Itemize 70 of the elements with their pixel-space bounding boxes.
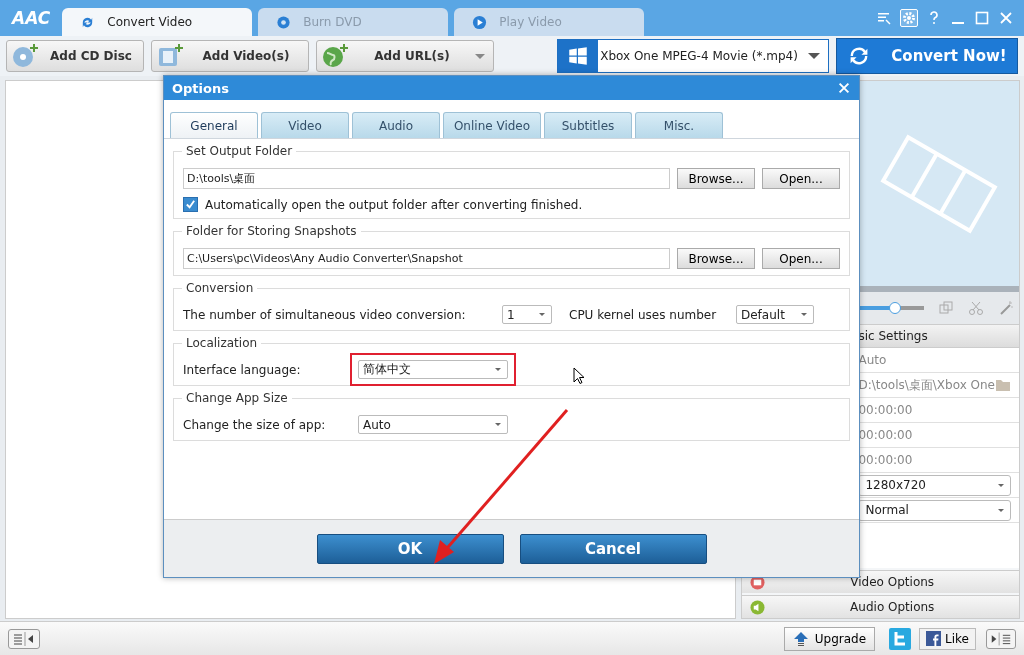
dialog-tab[interactable]: Misc. xyxy=(635,112,723,138)
setting-value: 00:00:00 xyxy=(858,428,914,442)
speaker-icon xyxy=(750,599,766,615)
dropdown[interactable]: 简体中文 xyxy=(358,360,508,379)
field-label: The number of simultaneous video conversion: xyxy=(183,307,467,322)
field-label: Change the size of app: xyxy=(183,417,327,432)
dialog-tab[interactable]: Audio xyxy=(352,112,440,138)
add-button[interactable]: Add Video(s) xyxy=(151,40,309,72)
group-title: Set Output Folder xyxy=(182,144,297,158)
globe-plus-icon xyxy=(321,43,349,69)
dialog-button[interactable]: Browse... xyxy=(677,248,755,269)
windows-logo-icon xyxy=(558,40,598,72)
folder-icon[interactable] xyxy=(995,378,1011,392)
field-label: CPU kernel uses number xyxy=(569,307,718,322)
dialog-tab[interactable]: Online Video xyxy=(443,112,541,138)
close-icon[interactable] xyxy=(998,10,1014,26)
checkbox-label: Automatically open the output folder after converting finished. xyxy=(205,197,583,212)
dialog-button[interactable]: Open... xyxy=(762,168,840,189)
scissors-icon[interactable] xyxy=(968,300,985,316)
like-button[interactable]: Like xyxy=(919,627,976,650)
group-title: Change App Size xyxy=(182,391,292,405)
group-title: Localization xyxy=(182,336,262,350)
setting-value: 00:00:00 xyxy=(858,453,914,467)
setting-value: Auto xyxy=(858,353,888,367)
profile-dropdown[interactable]: Xbox One MPEG-4 Movie (*.mp4) xyxy=(557,39,829,73)
list-icon[interactable] xyxy=(876,10,892,26)
dialog-tab[interactable]: Video xyxy=(261,112,349,138)
setting-value: 00:00:00 xyxy=(858,403,914,417)
film-strip-icon xyxy=(879,133,999,234)
path-field[interactable]: C:\Users\pc\Videos\Any Audio Converter\Snapshot xyxy=(183,248,670,269)
mouse-cursor-icon xyxy=(573,367,585,385)
convert-now-button[interactable]: Convert Now! xyxy=(836,38,1018,74)
facebook-icon xyxy=(926,631,942,646)
upgrade-button[interactable]: Upgrade xyxy=(783,626,876,651)
cancel-button[interactable]: Cancel xyxy=(519,533,707,564)
close-icon[interactable] xyxy=(837,81,851,95)
setting-value: D:\tools\桌面\Xbox One xyxy=(858,376,995,394)
up-arrow-icon xyxy=(792,630,809,647)
crop-icon[interactable] xyxy=(938,300,955,316)
dialog-button[interactable]: Open... xyxy=(762,248,840,269)
dialog-tab[interactable]: General xyxy=(170,112,258,138)
dialog-tab[interactable]: Subtitles xyxy=(544,112,632,138)
disc-icon xyxy=(276,14,292,30)
play-icon xyxy=(472,14,488,30)
dropdown[interactable]: 1 xyxy=(502,305,552,324)
settings-icon[interactable] xyxy=(900,9,918,27)
app-tab[interactable]: Convert Video xyxy=(62,8,253,36)
setting-dropdown[interactable]: 1280x720 xyxy=(858,474,1011,496)
dropdown[interactable]: Auto xyxy=(358,415,508,434)
wand-icon[interactable] xyxy=(998,300,1015,316)
twitter-icon[interactable] xyxy=(889,627,912,650)
disc-plus-icon xyxy=(11,43,39,69)
field-label: Interface language: xyxy=(183,362,302,377)
ok-button[interactable]: OK xyxy=(316,533,504,564)
dialog-button[interactable]: Browse... xyxy=(677,168,755,189)
panel-toggle-button[interactable] xyxy=(986,628,1016,649)
add-button[interactable]: Add URL(s) xyxy=(316,40,494,72)
dialog-title: Options xyxy=(172,80,229,96)
list-toggle-button[interactable] xyxy=(8,628,40,649)
dropdown[interactable]: Default xyxy=(736,305,814,324)
app-logo: AAC xyxy=(12,8,51,28)
path-field[interactable]: D:\tools\桌面 xyxy=(183,168,670,189)
add-button[interactable]: Add CD Disc xyxy=(6,40,144,72)
group-title: Conversion xyxy=(182,281,258,295)
film-plus-icon xyxy=(156,43,184,69)
checkbox[interactable] xyxy=(183,197,198,212)
options-section[interactable]: Audio Options xyxy=(742,595,1019,618)
maximize-icon[interactable] xyxy=(974,10,990,26)
group-title: Folder for Storing Snapshots xyxy=(182,224,361,238)
setting-dropdown[interactable]: Normal xyxy=(858,499,1011,521)
